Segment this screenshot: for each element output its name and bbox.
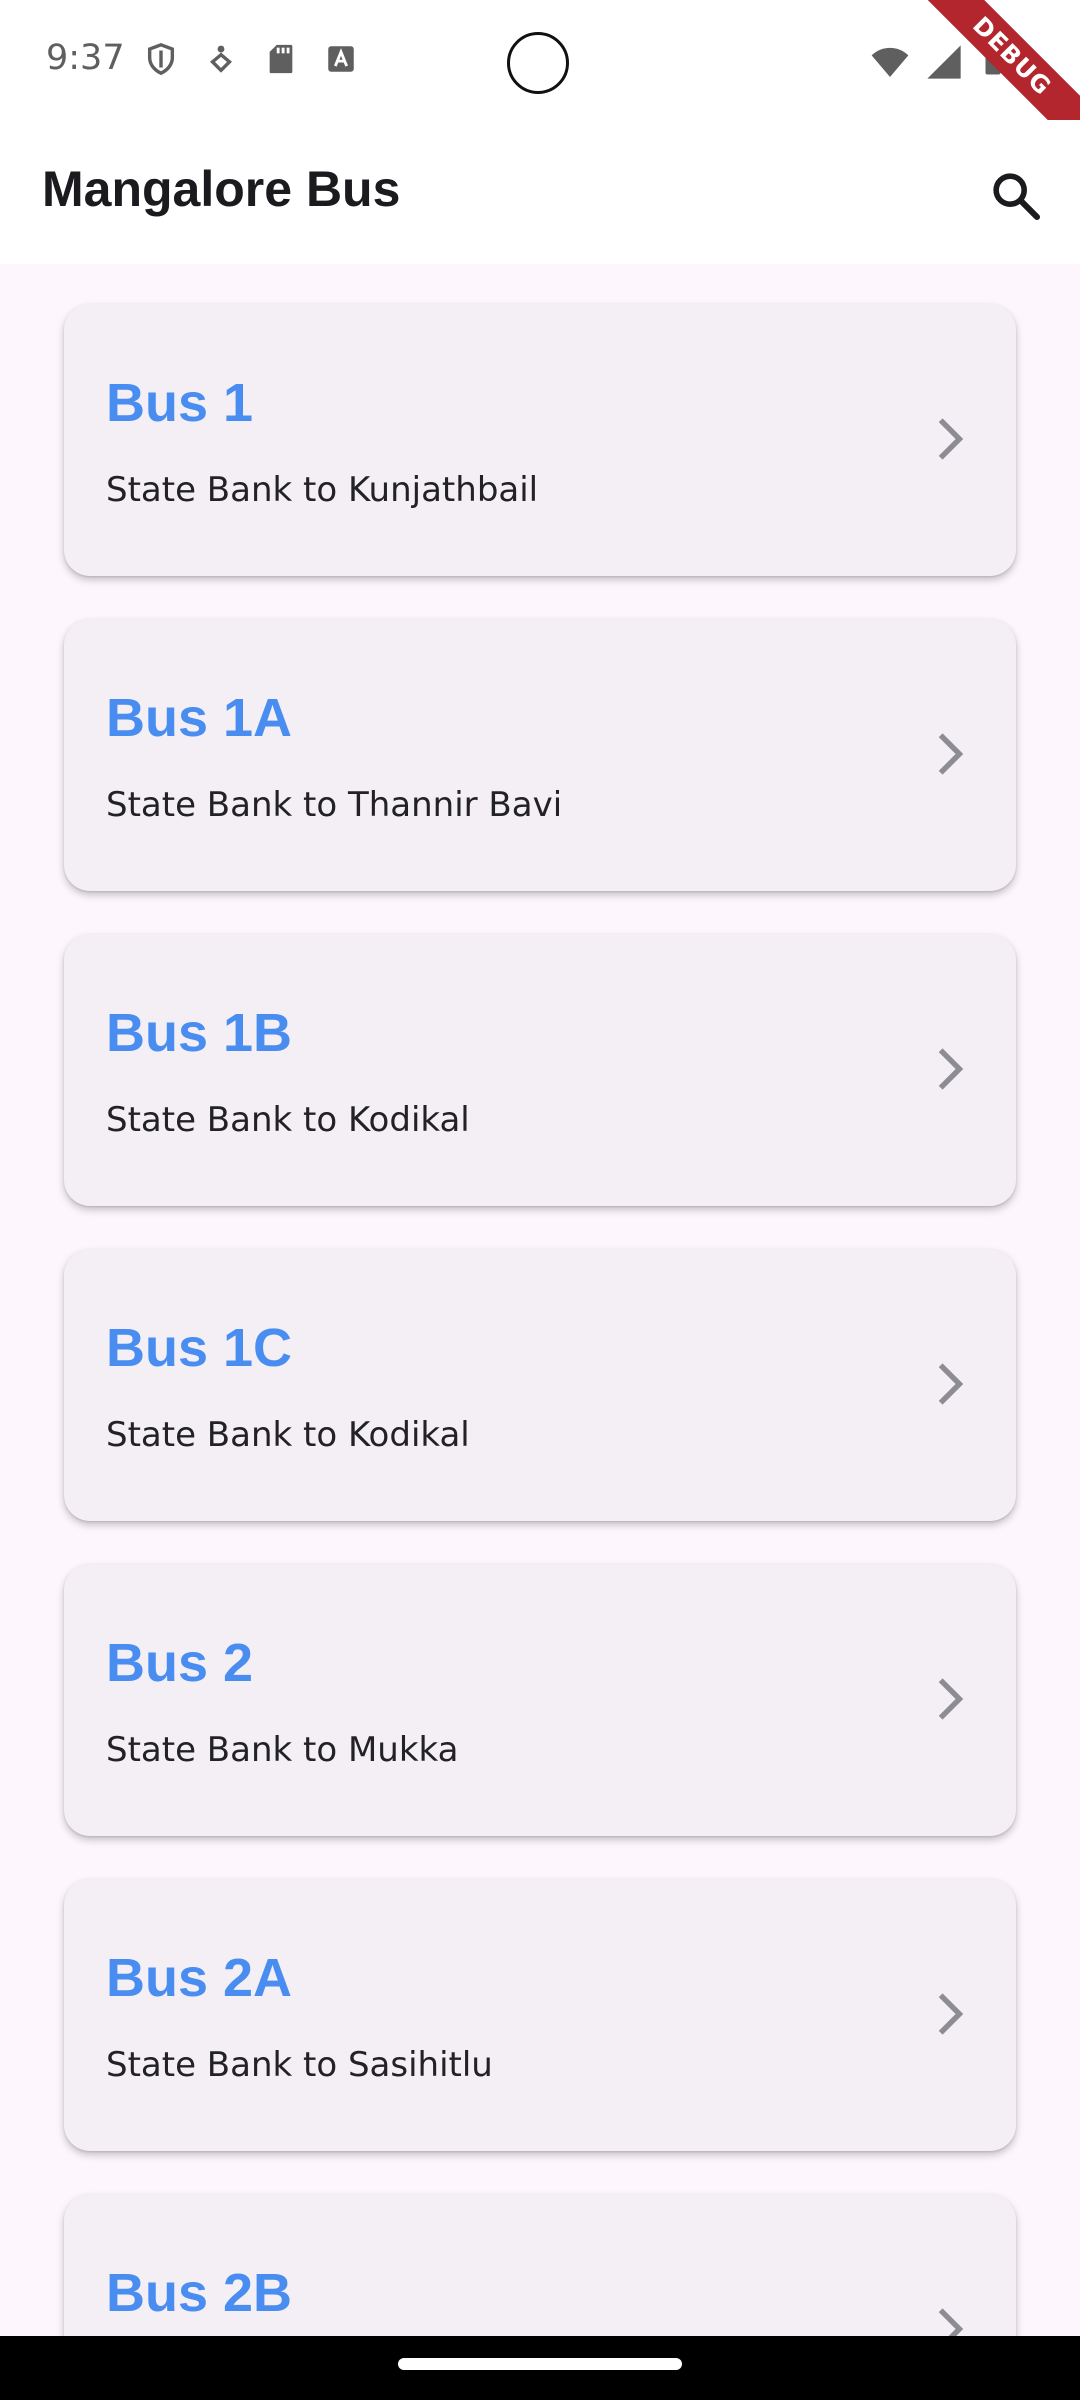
system-navigation-bar [0, 2336, 1080, 2400]
route-name: Bus 2B [106, 2263, 293, 2323]
route-name: Bus 1 [106, 373, 254, 433]
route-description: State Bank to Kunjathbail [106, 470, 539, 510]
route-name: Bus 2A [106, 1948, 293, 2008]
status-bar: 9:37 DEBUG [0, 0, 1080, 163]
chevron-right-icon [938, 1678, 964, 1720]
chevron-right-icon [938, 2308, 964, 2336]
route-description: State Bank to Sasihitlu [106, 2045, 493, 2085]
status-time: 9:37 [46, 38, 125, 78]
bus-route-list[interactable]: Bus 1 State Bank to Kunjathbail Bus 1A S… [0, 264, 1080, 2336]
chevron-right-icon [938, 1363, 964, 1405]
camera-cutout [507, 32, 569, 94]
route-card-bus-1a[interactable]: Bus 1A State Bank to Thannir Bavi [64, 619, 1016, 891]
page-title: Mangalore Bus [42, 161, 401, 217]
route-name: Bus 2 [106, 1633, 254, 1693]
shield-icon [147, 43, 175, 76]
accessibility-icon [209, 45, 233, 73]
search-icon [993, 173, 1041, 221]
chevron-right-icon [938, 733, 964, 775]
search-button[interactable] [980, 160, 1052, 232]
route-card-bus-1c[interactable]: Bus 1C State Bank to Kodikal [64, 1249, 1016, 1521]
cellular-signal-icon [927, 45, 961, 79]
home-indicator[interactable] [398, 2358, 682, 2370]
route-card-bus-2[interactable]: Bus 2 State Bank to Mukka [64, 1564, 1016, 1836]
route-name: Bus 1B [106, 1003, 293, 1063]
chevron-right-icon [938, 1048, 964, 1090]
text-format-icon [328, 46, 354, 72]
route-name: Bus 1C [106, 1318, 293, 1378]
route-description: State Bank to Thannir Bavi [106, 785, 563, 825]
route-description: State Bank to Kodikal [106, 1100, 470, 1140]
route-card-bus-2a[interactable]: Bus 2A State Bank to Sasihitlu [64, 1879, 1016, 2151]
route-card-bus-1[interactable]: Bus 1 State Bank to Kunjathbail [64, 304, 1016, 576]
route-card-bus-1b[interactable]: Bus 1B State Bank to Kodikal [64, 934, 1016, 1206]
route-description: State Bank to Kodikal [106, 1415, 470, 1455]
chevron-right-icon [938, 418, 964, 460]
route-name: Bus 1A [106, 688, 293, 748]
wifi-icon [871, 47, 909, 77]
notification-icons [144, 42, 358, 76]
route-card-bus-2b[interactable]: Bus 2B [64, 2194, 1016, 2336]
route-description: State Bank to Mukka [106, 1730, 459, 1770]
sd-card-icon [269, 44, 293, 74]
chevron-right-icon [938, 1993, 964, 2035]
app-bar: Mangalore Bus [0, 120, 1080, 264]
